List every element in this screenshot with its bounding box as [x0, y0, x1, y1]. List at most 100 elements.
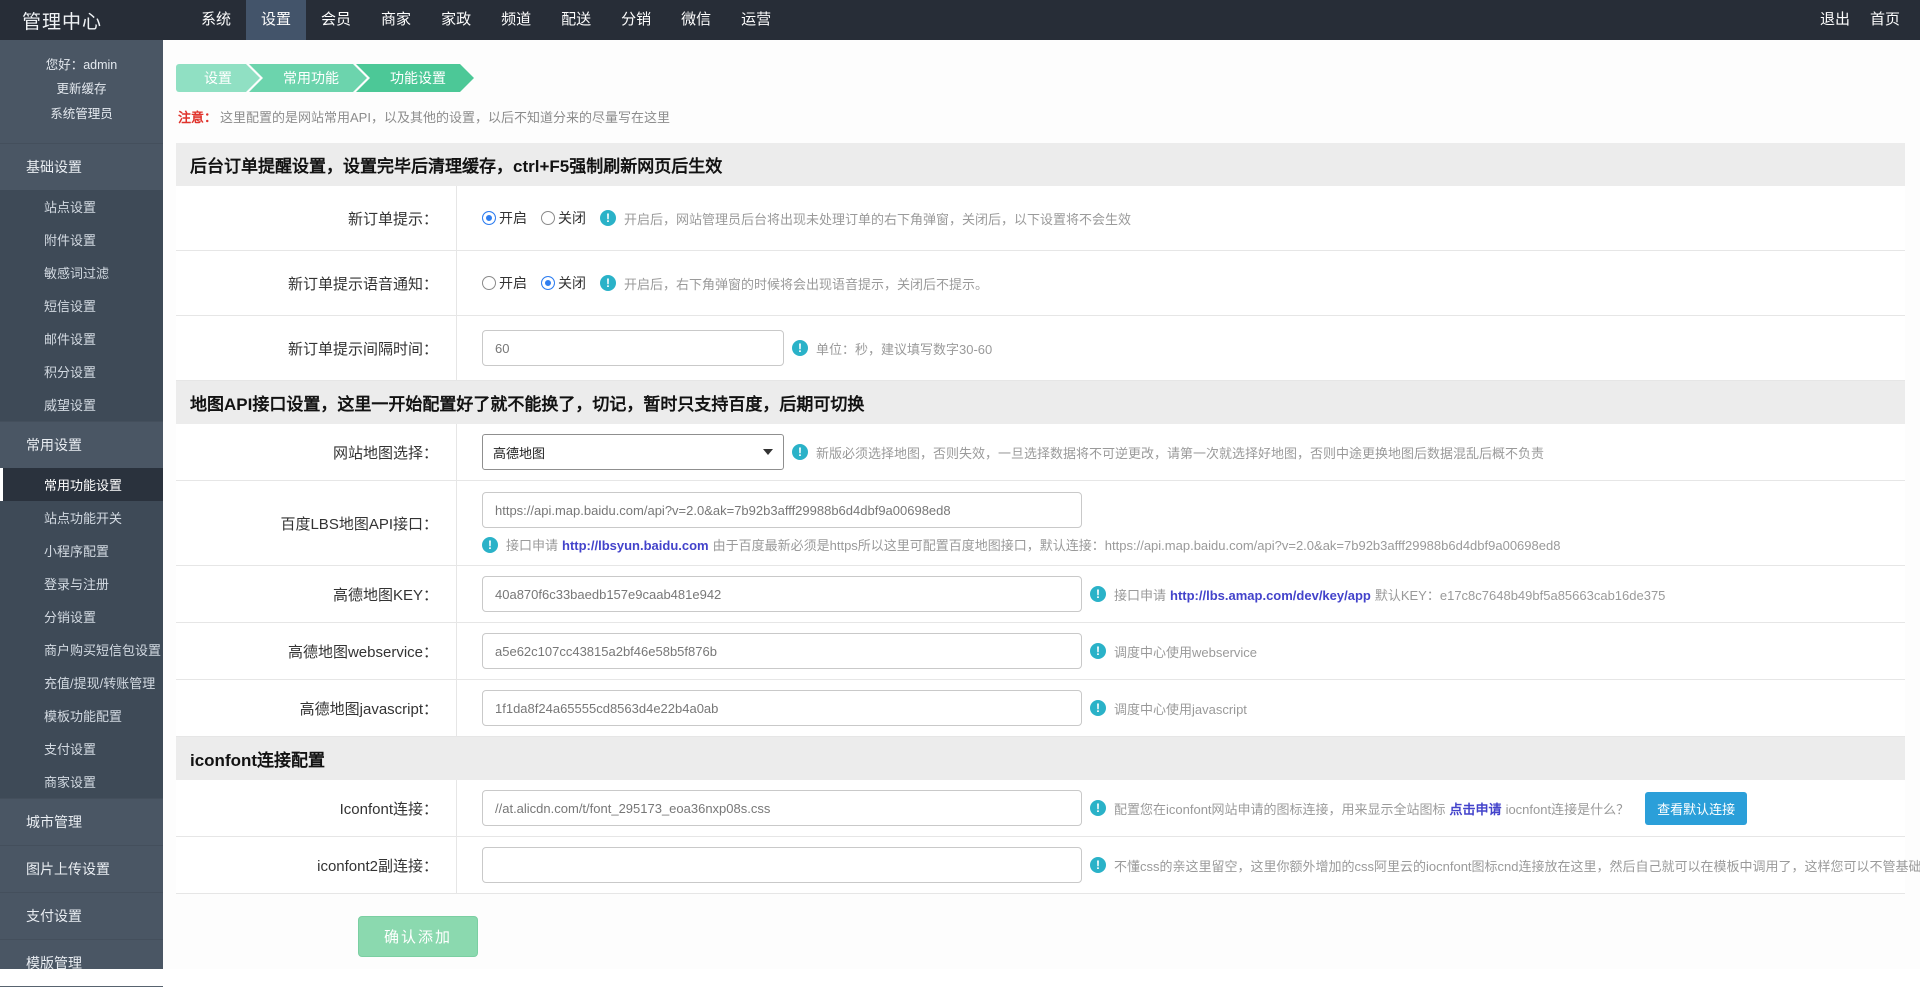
sidebar-item-site-settings[interactable]: 站点设置 — [0, 190, 163, 223]
radio-option-on[interactable]: 开启 — [482, 273, 527, 293]
form-row-iconfont-link: Iconfont连接： 配置您在iconfont网站申请的图标连接，用来显示全站… — [176, 780, 1905, 837]
nav-item-settings[interactable]: 设置 — [246, 0, 306, 40]
nav-item-operation[interactable]: 运营 — [726, 0, 786, 40]
notice-label: 注意： — [178, 110, 217, 125]
update-cache-link[interactable]: 更新缓存 — [0, 77, 163, 101]
sidebar-item-points-settings[interactable]: 积分设置 — [0, 355, 163, 388]
info-icon — [1090, 586, 1106, 602]
info-icon — [792, 340, 808, 356]
sidebar-item-miniprogram-config[interactable]: 小程序配置 — [0, 534, 163, 567]
side-menu: 基础设置站点设置附件设置敏感词过滤短信设置邮件设置积分设置威望设置常用设置常用功… — [0, 143, 163, 986]
greeting-text: 您好：admin — [0, 53, 163, 77]
info-icon — [482, 537, 498, 553]
section-order-alerts: 后台订单提醒设置，设置完毕后清理缓存，ctrl+F5强制刷新网页后生效 新订单提… — [176, 143, 1905, 381]
iconfont-apply-link[interactable]: 点击申请 — [1450, 802, 1502, 817]
nav-item-delivery[interactable]: 配送 — [546, 0, 606, 40]
role-link[interactable]: 系统管理员 — [0, 102, 163, 126]
sidebar-item-template-management[interactable]: 模版管理 — [0, 939, 163, 986]
nav-item-system[interactable]: 系统 — [186, 0, 246, 40]
field-label: 新订单提示语音通知： — [176, 251, 457, 315]
topbar-right: 退出首页 — [1820, 0, 1920, 40]
field-label: Iconfont连接： — [176, 780, 457, 836]
user-block: 您好：admin 更新缓存 系统管理员 — [0, 40, 163, 143]
confirm-add-button[interactable]: 确认添加 — [358, 916, 478, 957]
nav-item-distribution[interactable]: 分销 — [606, 0, 666, 40]
app-title: 管理中心 — [0, 7, 160, 34]
radio-option-off[interactable]: 关闭 — [541, 273, 586, 293]
help-text: 调度中心使用webservice — [1114, 642, 1257, 661]
sidebar-item-city-management[interactable]: 城市管理 — [0, 798, 163, 845]
field-label: iconfont2副连接： — [176, 837, 457, 893]
topbar: 管理中心 系统设置会员商家家政频道配送分销微信运营 退出首页 — [0, 0, 1920, 40]
topbar-home-link[interactable]: 首页 — [1870, 0, 1900, 40]
section-title: 地图API接口设置，这里一开始配置好了就不能换了，切记，暂时只支持百度，后期可切… — [176, 381, 1905, 424]
sidebar-item-merchant-sms-package[interactable]: 商户购买短信包设置 — [0, 633, 163, 666]
nav-item-channel[interactable]: 频道 — [486, 0, 546, 40]
topbar-logout-link[interactable]: 退出 — [1820, 0, 1850, 40]
help-text: 新版必须选择地图，否则失效，一旦选择数据将不可逆更改，请第一次就选择好地图，否则… — [816, 443, 1544, 462]
form-row-alert-interval: 新订单提示间隔时间： 单位：秒，建议填写数字30-60 — [176, 316, 1905, 381]
breadcrumb-item-3[interactable]: 功能设置 — [356, 64, 474, 92]
breadcrumb-item-2[interactable]: 常用功能 — [249, 64, 367, 92]
help-text: 接口申请http://lbs.amap.com/dev/key/app默认KEY… — [1114, 585, 1665, 604]
info-icon — [600, 275, 616, 291]
sidebar-item-login-register[interactable]: 登录与注册 — [0, 567, 163, 600]
sidebar-item-image-upload-settings[interactable]: 图片上传设置 — [0, 845, 163, 892]
sidebar-item-common-settings[interactable]: 常用设置 — [0, 421, 163, 468]
field-label: 新订单提示间隔时间： — [176, 316, 457, 380]
iconfont-link-input[interactable] — [482, 790, 1082, 826]
radio-off-icon[interactable] — [541, 211, 555, 225]
sidebar-item-attachment-settings[interactable]: 附件设置 — [0, 223, 163, 256]
sidebar-item-sms-settings[interactable]: 短信设置 — [0, 289, 163, 322]
radio-on-icon[interactable] — [482, 276, 496, 290]
radio-option-off[interactable]: 关闭 — [541, 208, 586, 228]
help-text: 配置您在iconfont网站申请的图标连接，用来显示全站图标点击申请iocnfo… — [1114, 799, 1629, 818]
amap-key-apply-link[interactable]: http://lbs.amap.com/dev/key/app — [1170, 588, 1371, 603]
nav-item-member[interactable]: 会员 — [306, 0, 366, 40]
radio-off-icon[interactable] — [541, 276, 555, 290]
baidu-lbs-api-input[interactable] — [482, 492, 1082, 528]
info-icon — [600, 210, 616, 226]
sidebar-item-payment-settings-sub[interactable]: 支付设置 — [0, 732, 163, 765]
nav-item-wechat[interactable]: 微信 — [666, 0, 726, 40]
map-select-value: 高德地图 — [493, 443, 545, 462]
form-row-amap-key: 高德地图KEY： 接口申请http://lbs.amap.com/dev/key… — [176, 566, 1905, 623]
radio-on-icon[interactable] — [482, 211, 496, 225]
info-icon — [1090, 857, 1106, 873]
sidebar-item-basic-settings[interactable]: 基础设置 — [0, 143, 163, 190]
breadcrumb-item-1[interactable]: 设置 — [176, 64, 260, 92]
map-select-dropdown[interactable]: 高德地图 — [482, 434, 784, 470]
help-text: 不懂css的亲这里留空，这里你额外增加的css阿里云的iocnfont图标cnd… — [1114, 856, 1920, 875]
section-iconfont: iconfont连接配置 Iconfont连接： 配置您在iconfont网站申… — [176, 737, 1905, 894]
sidebar-item-template-function-config[interactable]: 模板功能配置 — [0, 699, 163, 732]
sidebar-item-recharge-withdraw-transfer[interactable]: 充值/提现/转账管理 — [0, 666, 163, 699]
info-icon — [792, 444, 808, 460]
interval-input[interactable] — [482, 330, 784, 366]
baidu-lbs-apply-link[interactable]: http://lbsyun.baidu.com — [562, 538, 709, 553]
sidebar-item-site-function-switch[interactable]: 站点功能开关 — [0, 501, 163, 534]
sidebar-item-common-function-settings[interactable]: 常用功能设置 — [0, 468, 163, 501]
field-label: 百度LBS地图API接口： — [176, 481, 457, 565]
section-title: iconfont连接配置 — [176, 737, 1905, 780]
sidebar-item-prestige-settings[interactable]: 威望设置 — [0, 388, 163, 421]
nav-item-housekeeping[interactable]: 家政 — [426, 0, 486, 40]
info-icon — [1090, 700, 1106, 716]
sidebar-item-distribution-settings[interactable]: 分销设置 — [0, 600, 163, 633]
field-label: 网站地图选择： — [176, 424, 457, 480]
sidebar-item-merchant-settings[interactable]: 商家设置 — [0, 765, 163, 798]
sidebar-item-mail-settings[interactable]: 邮件设置 — [0, 322, 163, 355]
help-text: 单位：秒，建议填写数字30-60 — [816, 339, 992, 358]
nav-item-merchant[interactable]: 商家 — [366, 0, 426, 40]
field-label: 高德地图webservice： — [176, 623, 457, 679]
radio-option-on[interactable]: 开启 — [482, 208, 527, 228]
sidebar-item-payment-settings[interactable]: 支付设置 — [0, 892, 163, 939]
view-default-link-button[interactable]: 查看默认连接 — [1645, 792, 1747, 825]
main-content: 设置常用功能功能设置 注意：这里配置的是网站常用API，以及其他的设置，以后不知… — [163, 40, 1920, 969]
notice-text: 注意：这里配置的是网站常用API，以及其他的设置，以后不知道分来的尽量写在这里 — [178, 107, 1905, 126]
sidebar-item-sensitive-word-filter[interactable]: 敏感词过滤 — [0, 256, 163, 289]
amap-webservice-input[interactable] — [482, 633, 1082, 669]
amap-key-input[interactable] — [482, 576, 1082, 612]
help-text: 开启后，右下角弹窗的时候将会出现语音提示，关闭后不提示。 — [624, 274, 988, 293]
amap-javascript-input[interactable] — [482, 690, 1082, 726]
iconfont2-link-input[interactable] — [482, 847, 1082, 883]
